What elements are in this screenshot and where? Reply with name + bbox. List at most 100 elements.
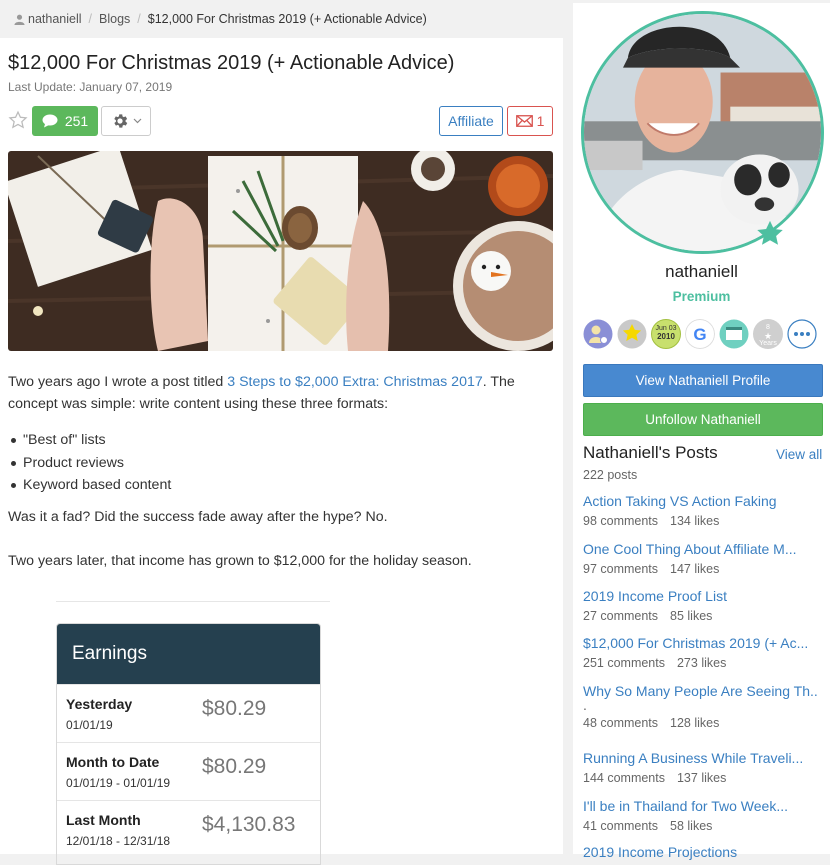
list-item: Product reviews xyxy=(8,452,548,475)
earnings-row: Yesterday 01/01/19 $80.29 xyxy=(57,684,320,742)
earnings-label: Month to Date xyxy=(66,754,160,770)
post-likes: 137 likes xyxy=(676,771,727,785)
star-icon[interactable] xyxy=(8,110,28,130)
post-comments: 251 comments xyxy=(583,656,665,670)
profile-username: nathaniell xyxy=(665,262,738,281)
chevron-down-icon xyxy=(133,118,141,124)
paragraph-growth: Two years later, that income has grown t… xyxy=(8,552,472,569)
earnings-date: 12/01/18 - 12/31/18 xyxy=(66,834,171,848)
affiliate-button[interactable]: Affiliate xyxy=(439,106,503,136)
breadcrumb-user-link[interactable]: nathaniell xyxy=(28,12,82,26)
earnings-row: Month to Date 01/01/19 - 01/01/19 $80.29 xyxy=(57,742,320,800)
mail-icon xyxy=(515,115,533,127)
post-meta: 41 comments 58 likes xyxy=(583,819,823,833)
join-date-badge[interactable]: Jun 03 2010 xyxy=(651,319,681,349)
post-title-link[interactable]: Running A Business While Traveli... xyxy=(583,750,823,766)
more-badges-icon[interactable] xyxy=(787,319,817,349)
post-likes: 58 likes xyxy=(670,819,713,833)
list-item: Keyword based content xyxy=(8,474,548,497)
view-profile-button[interactable]: View Nathaniell Profile xyxy=(583,364,823,397)
earnings-screenshot: Earnings Yesterday 01/01/19 $80.29 Month… xyxy=(56,623,321,865)
formats-list: "Best of" lists Product reviews Keyword … xyxy=(8,429,548,497)
breadcrumb-blogs-link[interactable]: Blogs xyxy=(99,12,130,26)
post-meta: 27 comments 85 likes xyxy=(583,609,823,623)
membership-badge: Premium xyxy=(672,289,731,304)
post-title-link[interactable]: $12,000 For Christmas 2019 (+ Ac... xyxy=(583,635,823,651)
profile-sidebar: nathaniell Premium Jun 03 2010 G 8 ★ Yea… xyxy=(573,3,830,860)
post-item: Why So Many People Are Seeing Th.. . 48 … xyxy=(583,683,823,730)
posts-heading: Nathaniell's Posts xyxy=(583,443,718,462)
post-title-link[interactable]: I'll be in Thailand for Two Week... xyxy=(583,798,823,814)
messages-button[interactable]: 1 xyxy=(507,106,553,136)
mail-count: 1 xyxy=(536,113,545,129)
post-likes: 147 likes xyxy=(670,562,720,576)
post-item: One Cool Thing About Affiliate M... 97 c… xyxy=(583,541,823,576)
post-item: Running A Business While Traveli... 144 … xyxy=(583,750,823,785)
comments-button[interactable]: 251 xyxy=(32,106,98,136)
post-likes: 85 likes xyxy=(670,609,713,623)
post-title-link[interactable]: 2019 Income Projections xyxy=(583,844,823,860)
hero-image xyxy=(8,151,553,351)
breadcrumb-separator: / xyxy=(137,12,141,26)
google-badge-icon[interactable]: G xyxy=(685,319,715,349)
post-likes: 273 likes xyxy=(676,656,727,670)
view-all-link[interactable]: View all xyxy=(776,447,822,462)
earnings-amount: $80.29 xyxy=(202,755,267,778)
breadcrumb-separator: / xyxy=(88,12,92,26)
post-comments: 98 comments xyxy=(583,514,659,528)
post-likes: 134 likes xyxy=(670,514,720,528)
post-item: 2019 Income Projections xyxy=(583,844,823,860)
post-title-link[interactable]: 2019 Income Proof List xyxy=(583,588,823,604)
post-title-link[interactable]: One Cool Thing About Affiliate M... xyxy=(583,541,823,557)
christmas-2017-link[interactable]: 3 Steps to $2,000 Extra: Christmas 2017 xyxy=(227,374,483,390)
post-title-link[interactable]: Why So Many People Are Seeing Th.. xyxy=(583,683,823,699)
post-meta: 97 comments 147 likes xyxy=(583,562,823,576)
post-item: 2019 Income Proof List 27 comments 85 lik… xyxy=(583,588,823,623)
gift-box xyxy=(208,156,363,351)
achievement-badges: Jun 03 2010 G 8 ★ Years xyxy=(583,319,823,351)
star-badge-icon[interactable] xyxy=(617,319,647,349)
post-item: Action Taking VS Action Faking 98 commen… xyxy=(583,493,823,528)
post-title-link[interactable]: Action Taking VS Action Faking xyxy=(583,493,823,509)
breadcrumb: nathaniell / Blogs / $12,000 For Christm… xyxy=(0,0,563,38)
years-label: Years xyxy=(759,340,777,347)
post-comments: 97 comments xyxy=(583,562,659,576)
intro-text: Two years ago I wrote a post titled xyxy=(8,374,228,390)
breadcrumb-current: $12,000 For Christmas 2019 (+ Actionable… xyxy=(147,12,427,26)
post-meta: 144 comments 137 likes xyxy=(583,771,823,785)
divider xyxy=(56,601,330,602)
post-comments: 27 comments xyxy=(583,609,659,623)
paragraph-intro: Two years ago I wrote a post titled 3 St… xyxy=(8,371,548,415)
earnings-header: Earnings xyxy=(57,624,320,684)
avatar[interactable] xyxy=(581,11,824,254)
last-update: Last Update: January 07, 2019 xyxy=(8,80,173,94)
list-item: "Best of" lists xyxy=(8,429,548,452)
comment-icon xyxy=(42,114,58,128)
paragraph-fad: Was it a fad? Did the success fade away … xyxy=(8,508,388,525)
post-comments: 144 comments xyxy=(583,771,665,785)
post-likes: 128 likes xyxy=(670,716,720,730)
post-meta: 48 comments 128 likes xyxy=(583,716,823,730)
earnings-label: Last Month xyxy=(66,812,141,828)
svg-text:G: G xyxy=(693,325,706,344)
article-card: $12,000 For Christmas 2019 (+ Actionable… xyxy=(0,38,563,865)
settings-dropdown[interactable] xyxy=(101,106,151,136)
gear-icon xyxy=(113,114,127,128)
post-comments: 41 comments xyxy=(583,819,659,833)
page-title: $12,000 For Christmas 2019 (+ Actionable… xyxy=(8,52,455,74)
avatar-wrapper xyxy=(581,11,824,254)
posts-count: 222 posts xyxy=(583,468,638,482)
earnings-row: Last Month 12/01/18 - 12/31/18 $4,130.83 xyxy=(57,800,320,858)
premium-star-icon xyxy=(757,220,783,245)
website-badge-icon[interactable] xyxy=(719,319,749,349)
user-settings-badge-icon[interactable] xyxy=(583,319,613,349)
post-item: I'll be in Thailand for Two Week... 41 c… xyxy=(583,798,823,833)
post-title-overflow: . xyxy=(583,699,587,711)
earnings-date: 01/01/19 xyxy=(66,718,113,732)
join-date-year: 2010 xyxy=(657,332,675,341)
unfollow-button[interactable]: Unfollow Nathaniell xyxy=(583,403,823,436)
years-badge[interactable]: 8 ★ Years xyxy=(753,319,783,349)
article-body: Two years ago I wrote a post titled 3 St… xyxy=(8,371,548,572)
post-item: $12,000 For Christmas 2019 (+ Ac... 251 … xyxy=(583,635,823,670)
user-icon xyxy=(14,14,25,25)
